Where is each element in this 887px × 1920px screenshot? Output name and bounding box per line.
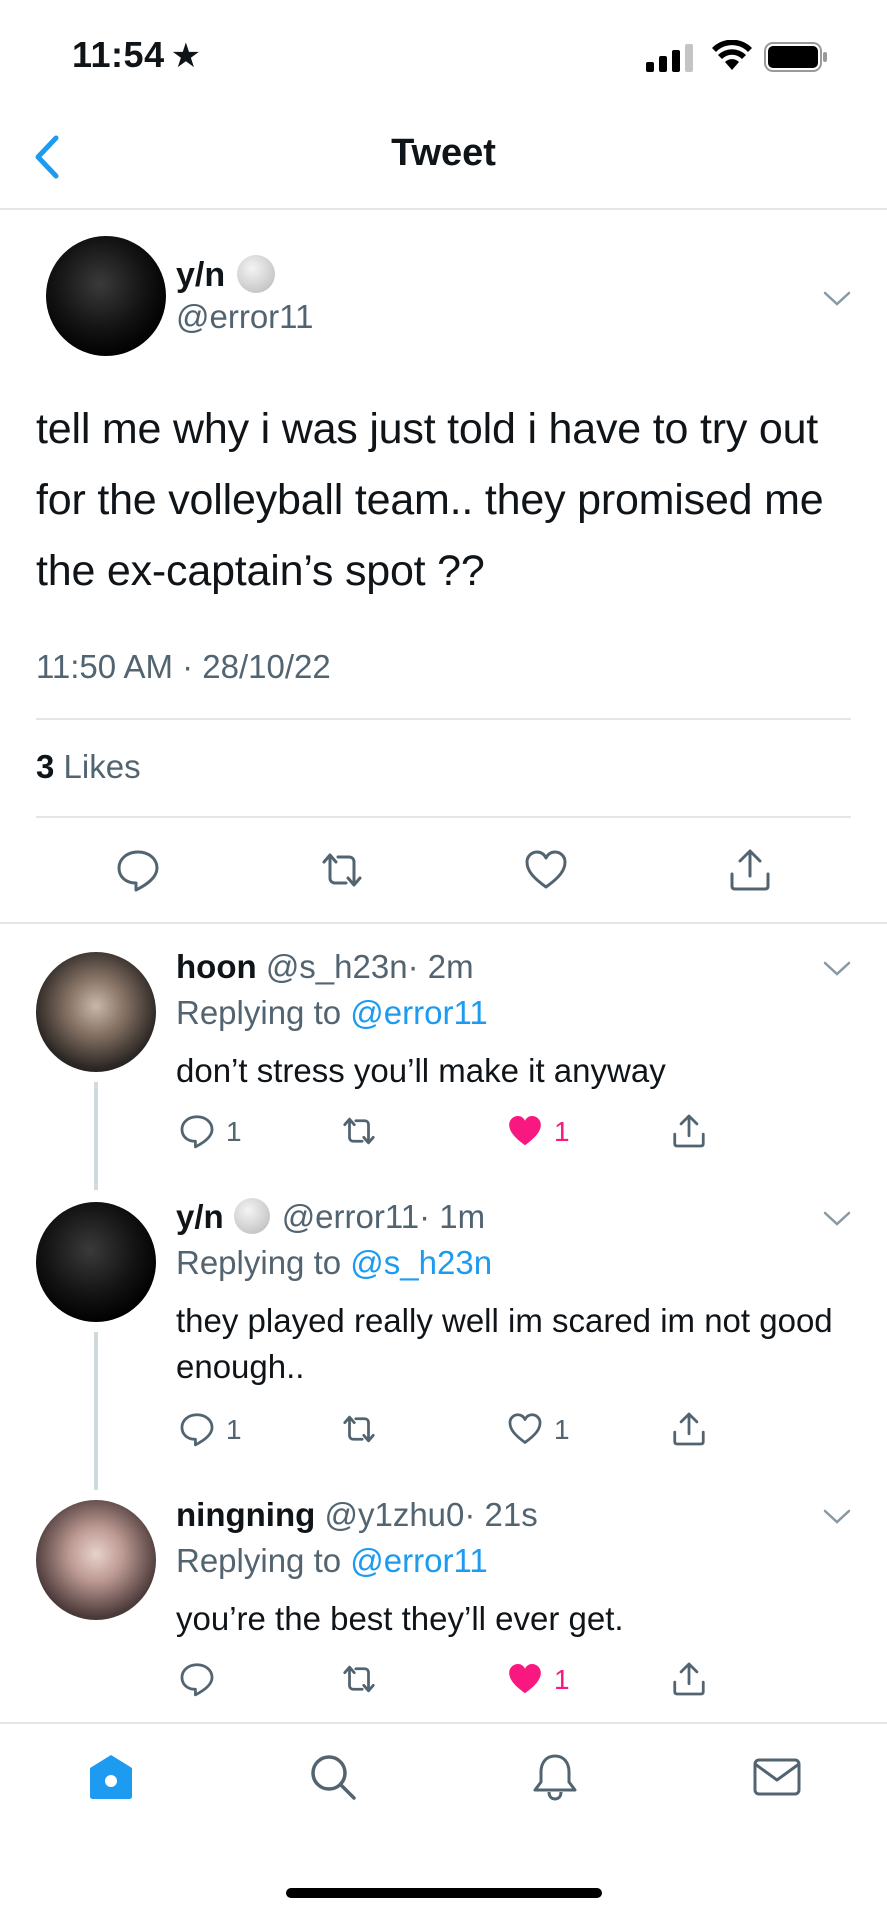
reply-text: you’re the best they’ll ever get. (176, 1600, 624, 1637)
like-count: 1 (554, 1116, 570, 1147)
reply-text: they played really well im scared im not… (176, 1302, 833, 1385)
author-name-row[interactable]: y/n (176, 255, 276, 296)
retweet-icon[interactable] (318, 846, 366, 894)
divider (0, 922, 887, 924)
reply-icon[interactable] (178, 1410, 216, 1448)
volleyball-icon (233, 1198, 270, 1235)
heart-icon[interactable] (522, 846, 570, 894)
replying-to-link[interactable]: @error11 (350, 994, 487, 1031)
home-icon[interactable] (86, 1752, 136, 1802)
replying-to: Replying to @s_h23n (176, 1244, 492, 1282)
replying-to-prefix: Replying to (176, 994, 342, 1031)
status-time-text: 11:54 (72, 34, 165, 75)
likes-label: Likes (63, 748, 141, 785)
tab-bar-divider (0, 1722, 887, 1724)
status-time: 11:54 ★ (72, 34, 202, 76)
reply-time: · 2m (407, 948, 474, 985)
wifi-icon (712, 40, 752, 70)
reply-header: hoon @s_h23n· 2m (176, 948, 474, 986)
heart-filled-icon[interactable] (506, 1660, 544, 1698)
chevron-down-icon[interactable] (822, 288, 852, 308)
reply-author-name[interactable]: ningning (176, 1496, 315, 1533)
reply-author-handle[interactable]: @s_h23n (266, 948, 408, 985)
retweet-icon[interactable] (340, 1660, 378, 1698)
replying-to-prefix: Replying to (176, 1244, 342, 1281)
reply-header: ningning @y1zhu0· 21s (176, 1496, 538, 1534)
retweet-icon[interactable] (340, 1410, 378, 1448)
divider (36, 816, 851, 818)
reply-time: · 21s (464, 1496, 538, 1533)
share-icon[interactable] (670, 1112, 708, 1150)
search-icon[interactable] (308, 1752, 358, 1802)
tweet-text: tell me why i was just told i have to tr… (36, 405, 824, 595)
retweet-icon[interactable] (340, 1112, 378, 1150)
reply-author-name[interactable]: y/n (176, 1198, 224, 1235)
chevron-down-icon[interactable] (822, 1208, 852, 1228)
chevron-down-icon[interactable] (822, 1506, 852, 1526)
avatar[interactable] (36, 1500, 156, 1620)
thread-line (94, 1332, 98, 1490)
share-icon[interactable] (670, 1410, 708, 1448)
star-icon: ★ (170, 37, 202, 75)
replying-to: Replying to @error11 (176, 1542, 488, 1580)
reply-author-handle[interactable]: @y1zhu0 (324, 1496, 464, 1533)
chevron-down-icon[interactable] (822, 958, 852, 978)
author-handle[interactable]: @error11 (176, 298, 313, 336)
avatar[interactable] (36, 1202, 156, 1322)
page-title: Tweet (391, 132, 496, 174)
nav-divider (0, 208, 887, 210)
bell-icon[interactable] (530, 1752, 580, 1802)
reply-header: y/n @error11· 1m (176, 1198, 485, 1237)
author-name: y/n (176, 256, 226, 294)
reply-author-name[interactable]: hoon (176, 948, 257, 985)
tweet-timestamp: 11:50 AM · 28/10/22 (36, 648, 331, 685)
replying-to: Replying to @error11 (176, 994, 488, 1032)
avatar[interactable] (46, 236, 166, 356)
divider (36, 718, 851, 720)
reply-time: · 1m (419, 1198, 486, 1235)
replying-to-link[interactable]: @s_h23n (350, 1244, 492, 1281)
reply-icon[interactable] (178, 1112, 216, 1150)
heart-filled-icon[interactable] (506, 1112, 544, 1150)
reply-icon[interactable] (178, 1660, 216, 1698)
share-icon[interactable] (670, 1660, 708, 1698)
reply-author-handle[interactable]: @error11 (282, 1198, 419, 1235)
battery-icon (764, 42, 827, 72)
reply-count: 1 (226, 1414, 242, 1445)
reply-text: don’t stress you’ll make it anyway (176, 1052, 666, 1089)
reply-count: 1 (226, 1116, 242, 1147)
avatar[interactable] (36, 952, 156, 1072)
likes-count: 3 (36, 748, 55, 785)
replying-to-prefix: Replying to (176, 1542, 342, 1579)
like-count: 1 (554, 1414, 570, 1445)
share-icon[interactable] (726, 846, 774, 894)
likes-summary[interactable]: 3 Likes (36, 748, 141, 786)
mail-icon[interactable] (752, 1752, 802, 1802)
heart-icon[interactable] (506, 1410, 544, 1448)
cellular-signal-icon (646, 44, 693, 72)
reply-icon[interactable] (114, 846, 162, 894)
thread-line (94, 1082, 98, 1190)
home-indicator[interactable] (286, 1888, 602, 1898)
volleyball-icon (237, 255, 276, 294)
replying-to-link[interactable]: @error11 (350, 1542, 487, 1579)
like-count: 1 (554, 1664, 570, 1695)
